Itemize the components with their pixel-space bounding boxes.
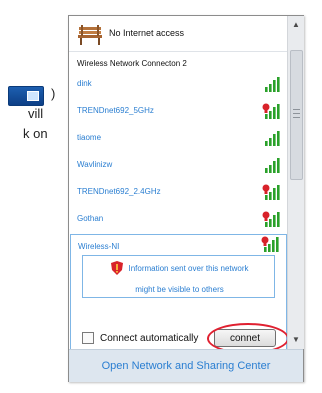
auto-connect-checkbox[interactable] (82, 332, 94, 344)
network-name: TRENDnet692_5GHz (77, 106, 154, 115)
selected-network-panel[interactable]: Wireless-NI Information sent over this n… (70, 234, 289, 362)
network-name: tiaome (77, 133, 102, 142)
secured-signal-icon (262, 184, 280, 200)
connection-status-text: No Internet access (109, 28, 185, 38)
warning-line-2: might be visible to others (135, 285, 224, 294)
scroll-up-arrow-icon[interactable]: ▲ (288, 18, 304, 32)
signal-strength-icon (265, 77, 280, 92)
connection-status-header: No Internet access (69, 16, 287, 52)
network-item[interactable]: tiaome (69, 124, 287, 148)
auto-connect-row[interactable]: Connect automatically (82, 331, 198, 345)
page-text-line2: vill (28, 106, 44, 121)
security-warning-box: Information sent over this network might… (82, 255, 275, 298)
network-item[interactable]: Gothan (69, 205, 287, 229)
page-text-line3: k on (23, 126, 48, 141)
vertical-scrollbar[interactable]: ▲ ▼ (287, 16, 304, 349)
auto-connect-label[interactable]: Connect automatically (100, 333, 198, 344)
secured-signal-icon (262, 103, 280, 119)
bench-icon (78, 25, 102, 45)
adapter-title: Wireless Network Connecton 2 (77, 59, 187, 68)
sharing-center-link[interactable]: Open Network and Sharing Center (69, 349, 303, 382)
scroll-down-arrow-icon[interactable]: ▼ (288, 333, 304, 347)
network-item[interactable]: Wavlinizw (69, 151, 287, 175)
secured-signal-icon (261, 236, 279, 252)
scroll-thumb[interactable] (290, 50, 303, 180)
secured-signal-icon (262, 211, 280, 227)
warning-line-1: Information sent over this network (128, 264, 249, 273)
network-name: TRENDnet692_2.4GHz (77, 187, 161, 196)
network-name: dink (77, 79, 92, 88)
network-monitor-icon (8, 86, 44, 106)
network-item[interactable]: dink (69, 70, 287, 94)
network-name: Gothan (77, 214, 104, 223)
wifi-popup-panel: No Internet access Wireless Network Conn… (68, 15, 304, 382)
network-item[interactable]: TRENDnet692_5GHz (69, 97, 287, 121)
signal-strength-icon (265, 131, 280, 146)
signal-strength-icon (265, 158, 280, 173)
page-text-paren: ) (51, 86, 56, 101)
network-name: Wavlinizw (77, 160, 113, 169)
network-item[interactable]: TRENDnet692_2.4GHz (69, 178, 287, 202)
selected-network-name: Wireless-NI (78, 242, 120, 251)
